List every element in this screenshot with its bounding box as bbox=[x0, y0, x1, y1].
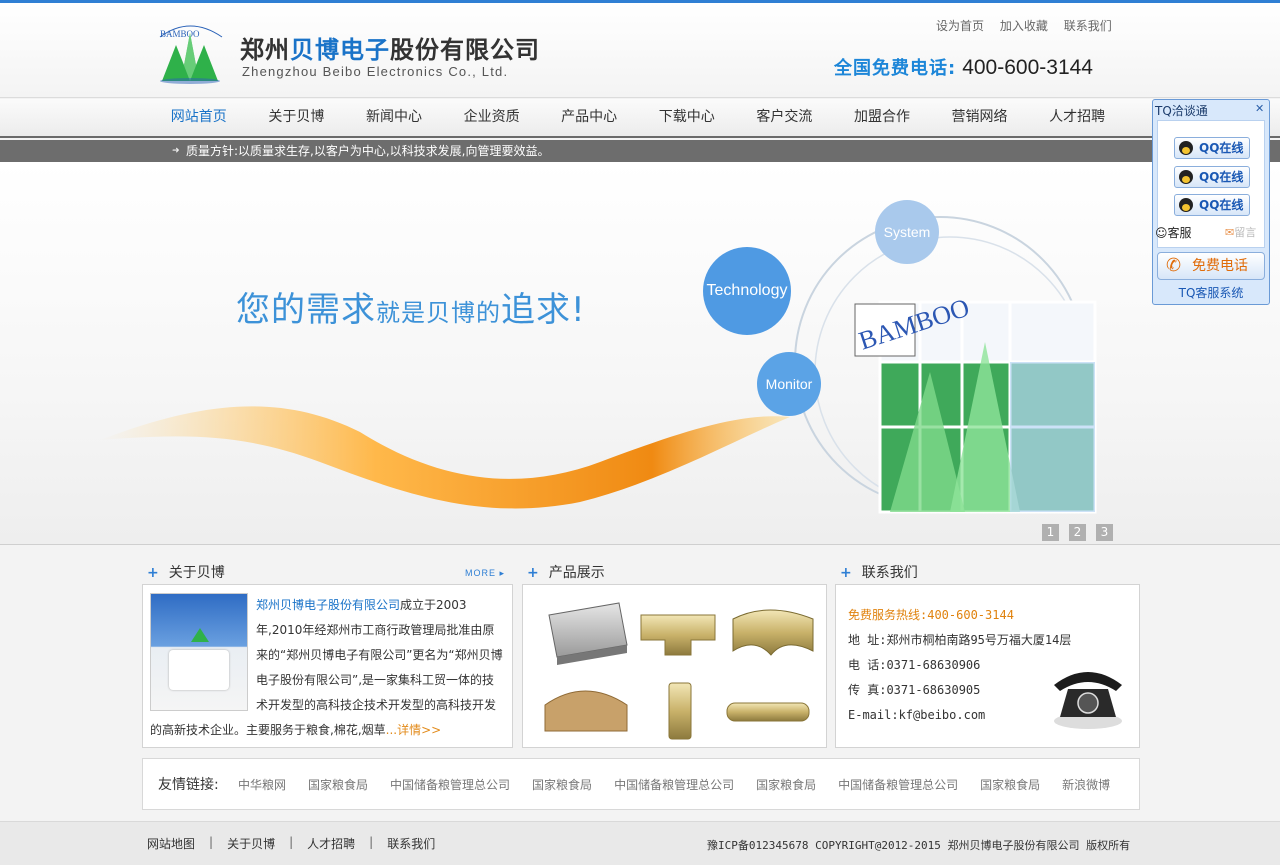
leave-message-link[interactable]: ✉留言 bbox=[1225, 224, 1256, 240]
user-icon: ☺ bbox=[1155, 226, 1168, 240]
friend-link[interactable]: 国家粮食局 bbox=[532, 776, 592, 793]
company-name-cn: 郑州贝博电子股份有限公司 bbox=[240, 36, 540, 64]
slide-3-button[interactable]: 3 bbox=[1096, 524, 1113, 541]
nav-item-customers[interactable]: 客户交流 bbox=[736, 99, 834, 136]
nav-item-downloads[interactable]: 下载中心 bbox=[638, 99, 736, 136]
nav-item-jobs[interactable]: 人才招聘 bbox=[1028, 99, 1126, 136]
nav-item-products[interactable]: 产品中心 bbox=[540, 99, 638, 136]
hotline-label: 全国免费电话: bbox=[834, 58, 957, 79]
nav-item-about[interactable]: 关于贝博 bbox=[248, 99, 346, 136]
main-nav: 网站首页 关于贝博 新闻中心 企业资质 产品中心 下载中心 客户交流 加盟合作 … bbox=[0, 99, 1280, 138]
friend-link[interactable]: 中国储备粮管理总公司 bbox=[390, 776, 510, 793]
contact-fax: 传 真:0371-68630905 bbox=[848, 683, 981, 697]
nav-item-news[interactable]: 新闻中心 bbox=[345, 99, 443, 136]
footer-links: 网站地图 | 关于贝博 | 人才招聘 | 联系我们 bbox=[147, 835, 436, 852]
contact-us-link[interactable]: 联系我们 bbox=[1064, 19, 1112, 33]
phone-icon: ✆ bbox=[1166, 255, 1182, 276]
bubble-technology: Technology bbox=[703, 247, 791, 335]
set-homepage-link[interactable]: 设为首页 bbox=[936, 19, 984, 33]
contact-section-title: + 联系我们 bbox=[840, 565, 918, 581]
nav-item-network[interactable]: 营销网络 bbox=[931, 99, 1029, 136]
friend-link[interactable]: 国家粮食局 bbox=[980, 776, 1040, 793]
contact-info: 免费服务热线:400-600-3144 地 址:郑州市桐柏南路95号万福大厦14… bbox=[848, 603, 1071, 728]
qq-penguin-icon bbox=[1179, 141, 1193, 155]
tq-title: TQ洽谈通 bbox=[1155, 104, 1208, 118]
plus-icon: + bbox=[840, 565, 852, 581]
tq-chat-widget: TQ洽谈通 ✕ QQ在线 QQ在线 QQ在线 ☺客服 ✉留言 ✆ 免费电话 TQ… bbox=[1152, 99, 1270, 305]
bubble-monitor: Monitor bbox=[757, 352, 821, 416]
company-link[interactable]: 郑州贝博电子股份有限公司 bbox=[256, 598, 400, 612]
plus-icon: + bbox=[147, 565, 159, 581]
footer-link-contact[interactable]: 联系我们 bbox=[387, 835, 435, 852]
top-links: 设为首页 加入收藏 联系我们 bbox=[936, 17, 1124, 34]
notice-text: 质量方针:以质量求生存,以客户为中心,以科技求发展,向管理要效益。 bbox=[186, 144, 550, 158]
product-tee bbox=[640, 614, 716, 656]
company-name-en: Zhengzhou Beibo Electronics Co., Ltd. bbox=[242, 64, 509, 79]
nav-item-home[interactable]: 网站首页 bbox=[150, 99, 248, 136]
product-duct bbox=[548, 602, 628, 665]
arrow-icon: ➜ bbox=[172, 146, 180, 156]
about-section-title: + 关于贝博 bbox=[147, 565, 225, 581]
product-pipe bbox=[668, 682, 692, 740]
hotline: 全国免费电话: 400-600-3144 bbox=[834, 54, 1093, 80]
about-text: 郑州贝博电子股份有限公司成立于2003年,2010年经郑州市工商行政管理局批准由… bbox=[150, 598, 503, 737]
telephone-icon bbox=[1054, 672, 1122, 729]
nav-item-franchise[interactable]: 加盟合作 bbox=[833, 99, 931, 136]
friend-link[interactable]: 中华粮网 bbox=[238, 776, 286, 793]
contact-hotline: 免费服务热线:400-600-3144 bbox=[848, 608, 1014, 622]
slide-2-button[interactable]: 2 bbox=[1069, 524, 1086, 541]
product-half-round bbox=[544, 690, 628, 732]
bubble-system: System bbox=[875, 200, 939, 264]
bamboo-cube-graphic: BAMBOO bbox=[794, 216, 1097, 514]
notice-bar: ➜ 质量方针:以质量求生存,以客户为中心,以科技求发展,向管理要效益。 bbox=[0, 140, 1280, 162]
kefu-label[interactable]: ☺客服 bbox=[1155, 224, 1192, 241]
footer-link-sitemap[interactable]: 网站地图 bbox=[147, 835, 195, 852]
nav-item-qualification[interactable]: 企业资质 bbox=[443, 99, 541, 136]
free-call-button[interactable]: ✆ 免费电话 bbox=[1157, 252, 1265, 280]
add-favorite-link[interactable]: 加入收藏 bbox=[1000, 19, 1048, 33]
logo-text: BAMBOO bbox=[160, 29, 200, 39]
footer-link-jobs[interactable]: 人才招聘 bbox=[307, 835, 355, 852]
contact-panel: 免费服务热线:400-600-3144 地 址:郑州市桐柏南路95号万福大厦14… bbox=[835, 584, 1140, 748]
mail-icon: ✉ bbox=[1225, 226, 1235, 239]
about-panel: 郑州贝博电子股份有限公司成立于2003年,2010年经郑州市工商行政管理局批准由… bbox=[142, 584, 513, 748]
friend-link[interactable]: 国家粮食局 bbox=[308, 776, 368, 793]
friend-links-label: 友情链接: bbox=[158, 777, 219, 793]
copyright: 豫ICP备012345678 COPYRIGHT@2012-2015 郑州贝博电… bbox=[707, 839, 1131, 852]
contact-email[interactable]: E-mail:kf@beibo.com bbox=[848, 703, 1071, 728]
qq-online-button-1[interactable]: QQ在线 bbox=[1174, 137, 1250, 159]
product-roll bbox=[726, 702, 810, 722]
qq-online-button-3[interactable]: QQ在线 bbox=[1174, 194, 1250, 216]
more-link[interactable]: MORE ▸ bbox=[465, 568, 505, 579]
products-section-title: + 产品展示 bbox=[527, 565, 605, 581]
friend-link[interactable]: 新浪微博 bbox=[1062, 776, 1110, 793]
friend-link[interactable]: 国家粮食局 bbox=[756, 776, 816, 793]
detail-link[interactable]: 详情>> bbox=[397, 723, 441, 737]
product-images[interactable] bbox=[523, 585, 828, 749]
friend-links-list: 中华粮网 国家粮食局 中国储备粮管理总公司 国家粮食局 中国储备粮管理总公司 国… bbox=[238, 776, 1132, 793]
contact-phone: 电 话:0371-68630906 bbox=[848, 658, 981, 672]
qq-penguin-icon bbox=[1179, 170, 1193, 184]
hotline-number: 400-600-3144 bbox=[962, 56, 1093, 79]
qq-penguin-icon bbox=[1179, 198, 1193, 212]
hero-banner[interactable]: 您的需求就是贝博的追求! BAMBOO Technology System Mo… bbox=[0, 162, 1280, 545]
friend-link[interactable]: 中国储备粮管理总公司 bbox=[838, 776, 958, 793]
orange-swoosh bbox=[100, 406, 790, 509]
banner-slogan: 您的需求就是贝博的追求! bbox=[236, 290, 586, 330]
friend-link[interactable]: 中国储备粮管理总公司 bbox=[614, 776, 734, 793]
products-panel bbox=[522, 584, 827, 748]
bamboo-logo[interactable]: BAMBOO bbox=[152, 15, 228, 85]
product-elbow bbox=[732, 609, 814, 656]
contact-address: 地 址:郑州市桐柏南路95号万福大厦14层 bbox=[848, 633, 1072, 647]
slide-1-button[interactable]: 1 bbox=[1042, 524, 1059, 541]
tq-system-link[interactable]: TQ客服系统 bbox=[1153, 284, 1269, 301]
header: BAMBOO 郑州贝博电子股份有限公司 Zhengzhou Beibo Elec… bbox=[0, 3, 1280, 98]
qq-online-button-2[interactable]: QQ在线 bbox=[1174, 166, 1250, 188]
close-icon[interactable]: ✕ bbox=[1255, 102, 1264, 115]
friend-links: 友情链接: 中华粮网 国家粮食局 中国储备粮管理总公司 国家粮食局 中国储备粮管… bbox=[142, 758, 1140, 810]
plus-icon: + bbox=[527, 565, 539, 581]
footer: 网站地图 | 关于贝博 | 人才招聘 | 联系我们 豫ICP备012345678… bbox=[0, 821, 1280, 865]
footer-link-about[interactable]: 关于贝博 bbox=[227, 835, 275, 852]
slide-pager: 1 2 3 bbox=[1042, 524, 1123, 541]
